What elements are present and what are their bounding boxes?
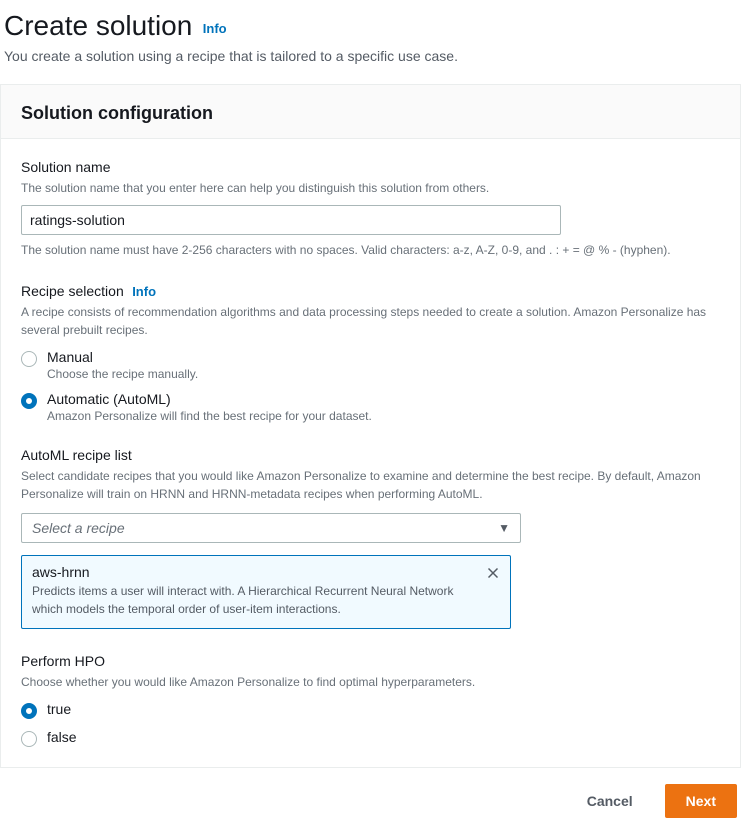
next-button[interactable]: Next xyxy=(665,784,737,818)
page-title: Create solution xyxy=(4,10,192,41)
recipe-select[interactable]: Select a recipe ▼ xyxy=(21,513,521,543)
solution-name-description: The solution name that you enter here ca… xyxy=(21,179,720,197)
radio-icon-selected xyxy=(21,703,37,719)
automl-recipe-list-description: Select candidate recipes that you would … xyxy=(21,467,720,503)
recipe-automatic-description: Amazon Personalize will find the best re… xyxy=(47,409,372,423)
close-icon[interactable] xyxy=(484,564,502,582)
page-subtitle: You create a solution using a recipe tha… xyxy=(4,48,737,64)
automl-recipe-list-field: AutoML recipe list Select candidate reci… xyxy=(21,447,720,629)
recipe-automatic-radio[interactable]: Automatic (AutoML) Amazon Personalize wi… xyxy=(21,391,720,423)
recipe-automatic-label: Automatic (AutoML) xyxy=(47,391,372,407)
radio-icon xyxy=(21,351,37,367)
recipe-selection-field: Recipe selection Info A recipe consists … xyxy=(21,283,720,423)
solution-name-field: Solution name The solution name that you… xyxy=(21,159,720,259)
panel-header: Solution configuration xyxy=(1,85,740,139)
footer-actions: Cancel Next xyxy=(0,768,741,834)
perform-hpo-description: Choose whether you would like Amazon Per… xyxy=(21,673,720,691)
recipe-token-description: Predicts items a user will interact with… xyxy=(32,582,500,618)
radio-icon-selected xyxy=(21,393,37,409)
radio-icon xyxy=(21,731,37,747)
cancel-button[interactable]: Cancel xyxy=(571,785,649,817)
info-link[interactable]: Info xyxy=(132,284,156,299)
recipe-manual-label: Manual xyxy=(47,349,198,365)
solution-name-label: Solution name xyxy=(21,159,111,175)
recipe-manual-radio[interactable]: Manual Choose the recipe manually. xyxy=(21,349,720,381)
recipe-selection-description: A recipe consists of recommendation algo… xyxy=(21,303,720,339)
recipe-token-name: aws-hrnn xyxy=(32,564,500,580)
recipe-manual-description: Choose the recipe manually. xyxy=(47,367,198,381)
solution-name-input[interactable] xyxy=(21,205,561,235)
chevron-down-icon: ▼ xyxy=(498,521,510,535)
info-link[interactable]: Info xyxy=(203,21,227,36)
recipe-select-placeholder: Select a recipe xyxy=(32,520,125,536)
perform-hpo-label: Perform HPO xyxy=(21,653,105,669)
panel-title: Solution configuration xyxy=(21,103,720,124)
hpo-true-radio[interactable]: true xyxy=(21,701,720,719)
hpo-true-label: true xyxy=(47,701,71,717)
solution-config-panel: Solution configuration Solution name The… xyxy=(0,84,741,768)
hpo-false-label: false xyxy=(47,729,77,745)
solution-name-constraint: The solution name must have 2-256 charac… xyxy=(21,241,720,259)
automl-recipe-list-label: AutoML recipe list xyxy=(21,447,132,463)
recipe-token-aws-hrnn: aws-hrnn Predicts items a user will inte… xyxy=(21,555,511,629)
perform-hpo-field: Perform HPO Choose whether you would lik… xyxy=(21,653,720,747)
hpo-false-radio[interactable]: false xyxy=(21,729,720,747)
recipe-selection-label: Recipe selection xyxy=(21,283,124,299)
